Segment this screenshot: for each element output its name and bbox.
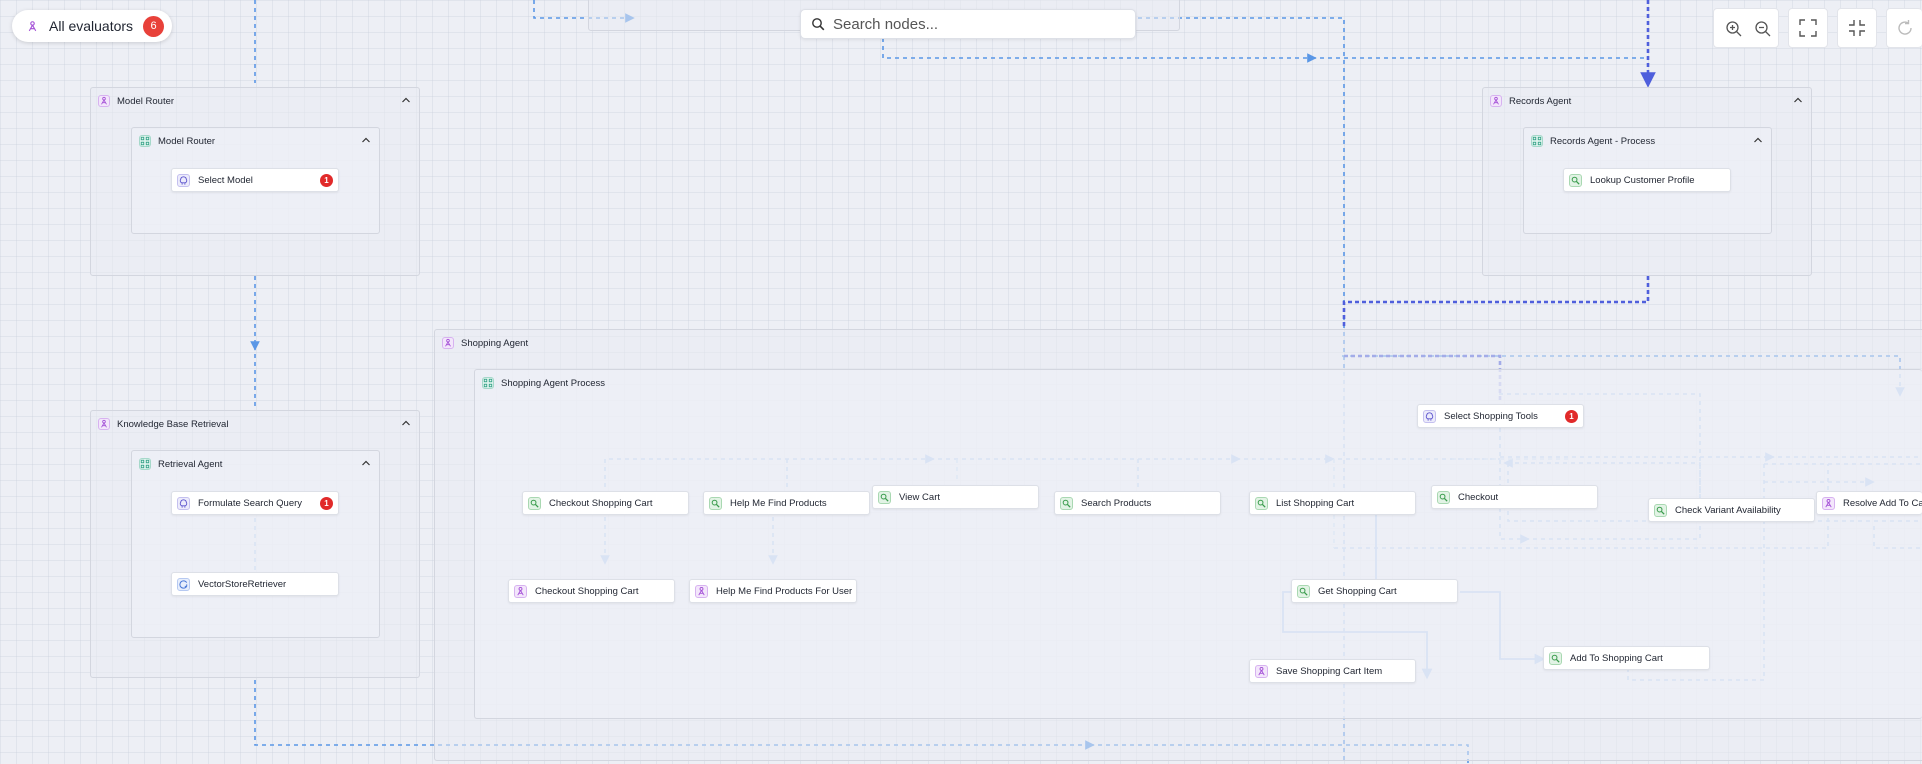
agent-icon — [1822, 496, 1835, 510]
node-checkout-shopping-cart-tool[interactable]: Checkout Shopping Cart — [522, 491, 689, 515]
node-select-shopping-tools[interactable]: Select Shopping Tools 1 — [1417, 404, 1584, 428]
chevron-up-icon[interactable] — [1793, 96, 1803, 104]
node-label: Select Shopping Tools — [1444, 410, 1538, 422]
node-label: Get Shopping Cart — [1318, 585, 1397, 597]
llm-icon — [177, 173, 190, 187]
zoom-out-button[interactable] — [1754, 20, 1772, 43]
collapse-icon — [1849, 20, 1865, 36]
node-label: Lookup Customer Profile — [1590, 174, 1695, 186]
tool-icon — [1569, 173, 1582, 187]
group-title: Shopping Agent Process — [501, 377, 606, 389]
evaluator-count-badge: 6 — [143, 15, 165, 37]
node-label: Select Model — [198, 174, 253, 186]
zoom-in-icon — [1726, 21, 1742, 37]
chevron-up-icon[interactable] — [401, 419, 411, 427]
agent-icon — [442, 337, 454, 349]
process-icon — [139, 458, 151, 470]
search-icon — [812, 18, 825, 31]
node-label: Check Variant Availability — [1675, 504, 1781, 516]
node-check-variant-availability[interactable]: Check Variant Availability — [1648, 498, 1815, 522]
node-label: View Cart — [899, 491, 941, 503]
node-list-shopping-cart[interactable]: List Shopping Cart — [1249, 491, 1416, 515]
search-bar[interactable] — [800, 9, 1136, 39]
zoom-controls — [1713, 8, 1779, 48]
tool-icon — [1297, 584, 1310, 598]
evaluation-badge: 1 — [320, 497, 333, 510]
node-help-me-find-products-tool[interactable]: Help Me Find Products — [703, 491, 870, 515]
group-title: Shopping Agent — [461, 337, 529, 349]
evaluation-badge: 1 — [1565, 410, 1578, 423]
agent-icon — [1490, 95, 1502, 107]
node-label: Formulate Search Query — [198, 497, 303, 509]
agent-icon — [1255, 664, 1268, 678]
agent-icon — [695, 584, 708, 598]
tool-icon — [1060, 496, 1073, 510]
chevron-up-icon[interactable] — [1753, 136, 1763, 144]
group-title: Model Router — [158, 135, 216, 147]
fit-view-button[interactable] — [1788, 8, 1828, 48]
node-get-shopping-cart[interactable]: Get Shopping Cart — [1291, 579, 1458, 603]
retriever-icon — [177, 577, 190, 591]
zoom-in-button[interactable] — [1725, 20, 1743, 43]
node-label: Search Products — [1081, 497, 1152, 509]
node-lookup-customer-profile[interactable]: Lookup Customer Profile — [1563, 168, 1731, 192]
agent-icon — [98, 418, 110, 430]
tool-icon — [1549, 651, 1562, 665]
node-save-shopping-cart-item[interactable]: Save Shopping Cart Item — [1249, 659, 1416, 683]
node-label: Add To Shopping Cart — [1570, 652, 1663, 664]
node-search-products[interactable]: Search Products — [1054, 491, 1221, 515]
collapse-all-button[interactable] — [1837, 8, 1877, 48]
agent-icon — [98, 95, 110, 107]
node-label: Save Shopping Cart Item — [1276, 665, 1383, 677]
tool-icon — [1654, 503, 1667, 517]
agent-icon — [514, 584, 527, 598]
node-label: List Shopping Cart — [1276, 497, 1355, 509]
fit-view-icon — [1799, 19, 1817, 37]
refresh-icon — [1897, 20, 1912, 35]
tool-icon — [1255, 496, 1268, 510]
node-label: Resolve Add To Cart — [1843, 497, 1922, 509]
node-add-to-shopping-cart[interactable]: Add To Shopping Cart — [1543, 646, 1710, 670]
refresh-button[interactable] — [1886, 8, 1922, 48]
group-title: Records Agent - Process — [1550, 135, 1656, 147]
node-vector-store-retriever[interactable]: VectorStoreRetriever — [171, 572, 339, 596]
node-label: Help Me Find Products For User — [716, 585, 853, 597]
node-label: VectorStoreRetriever — [198, 578, 287, 590]
tool-icon — [1437, 490, 1450, 504]
node-checkout[interactable]: Checkout — [1431, 485, 1598, 509]
zoom-out-icon — [1755, 21, 1771, 37]
group-title: Model Router — [117, 95, 175, 107]
llm-icon — [177, 496, 190, 510]
group-title: Retrieval Agent — [158, 458, 223, 470]
node-formulate-search-query[interactable]: Formulate Search Query 1 — [171, 491, 339, 515]
chevron-up-icon[interactable] — [401, 96, 411, 104]
evaluator-filter-label: All evaluators — [49, 18, 134, 34]
tool-icon — [878, 490, 891, 504]
node-help-me-find-products-for-user[interactable]: Help Me Find Products For User — [689, 579, 857, 603]
node-resolve-add-to-cart[interactable]: Resolve Add To Cart — [1816, 491, 1922, 515]
node-label: Checkout — [1458, 491, 1499, 503]
group-title: Records Agent — [1509, 95, 1572, 107]
chevron-up-icon[interactable] — [361, 136, 371, 144]
tool-icon — [528, 496, 541, 510]
node-label: Checkout Shopping Cart — [535, 585, 639, 597]
chevron-up-icon[interactable] — [361, 459, 371, 467]
process-icon — [1531, 135, 1543, 147]
node-label: Help Me Find Products — [730, 497, 827, 509]
node-label: Checkout Shopping Cart — [549, 497, 653, 509]
tool-icon — [709, 496, 722, 510]
llm-icon — [1423, 409, 1436, 423]
search-input[interactable] — [831, 14, 1115, 34]
node-select-model[interactable]: Select Model 1 — [171, 168, 339, 192]
node-checkout-shopping-cart-agent[interactable]: Checkout Shopping Cart — [508, 579, 675, 603]
process-icon — [139, 135, 151, 147]
evaluator-filter-button[interactable]: All evaluators 6 — [12, 10, 172, 42]
process-icon — [482, 377, 494, 389]
group-title: Knowledge Base Retrieval — [117, 418, 229, 430]
group-retrieval-agent[interactable]: Retrieval Agent — [131, 450, 380, 638]
node-view-cart[interactable]: View Cart — [872, 485, 1039, 509]
evaluation-badge: 1 — [320, 174, 333, 187]
evaluator-icon — [26, 20, 39, 33]
